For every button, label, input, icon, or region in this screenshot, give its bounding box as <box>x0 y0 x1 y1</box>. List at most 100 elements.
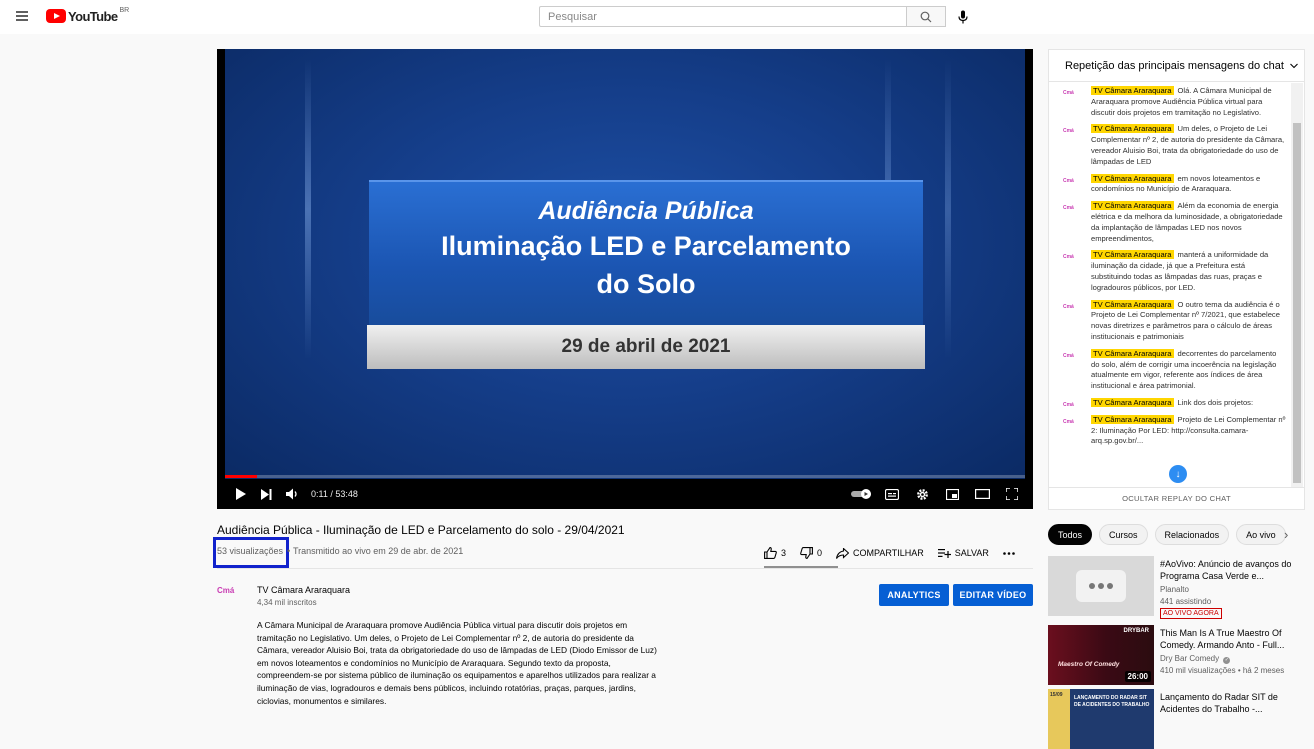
theater-mode-button[interactable] <box>969 481 995 507</box>
search-input[interactable]: Pesquisar <box>539 6 907 27</box>
chat-author-name[interactable]: TV Câmara Araraquara <box>1091 397 1174 407</box>
chat-author-avatar[interactable]: Cmá <box>1063 250 1079 260</box>
chat-header[interactable]: Repetição das principais mensagens do ch… <box>1049 50 1304 82</box>
autoplay-toggle[interactable] <box>849 481 875 507</box>
chat-author-name[interactable]: TV Câmara Araraquara <box>1091 250 1174 260</box>
voice-search-button[interactable] <box>952 6 974 27</box>
chat-author-name[interactable]: TV Câmara Araraquara <box>1091 124 1174 134</box>
chat-author-avatar[interactable]: Cmá <box>1063 124 1079 134</box>
like-count: 3 <box>781 548 787 558</box>
channel-avatar[interactable]: Cmá <box>217 586 245 604</box>
chip-cursos[interactable]: Cursos <box>1099 524 1148 545</box>
scroll-thumb[interactable] <box>1293 123 1301 483</box>
subtitles-button[interactable] <box>879 481 905 507</box>
next-button[interactable] <box>253 481 279 507</box>
recommendation-title: Lançamento do Radar SIT de Acidentes do … <box>1160 692 1278 714</box>
chat-message-body: TV Câmara Araraquara manterá a uniformida… <box>1091 250 1286 293</box>
chat-author-avatar[interactable]: Cmá <box>1063 415 1079 425</box>
save-button[interactable]: SALVAR <box>937 548 989 558</box>
like-button[interactable]: 3 <box>764 547 786 559</box>
separator-dot: • <box>287 546 291 556</box>
chat-author-avatar[interactable]: Cmá <box>1063 201 1079 211</box>
video-thumbnail[interactable]: 15/09 LANÇAMENTO DO RADAR SIT DE ACIDENT… <box>1048 689 1154 749</box>
view-count: 53 visualizações <box>217 546 284 556</box>
video-title: Audiência Pública - Iluminação de LED e … <box>217 523 625 537</box>
play-button[interactable] <box>227 481 253 507</box>
search-button[interactable] <box>906 6 946 27</box>
playlist-add-icon <box>937 549 951 558</box>
hide-chat-replay-button[interactable]: OCULTAR REPLAY DO CHAT <box>1049 487 1304 509</box>
chat-replay-panel: Repetição das principais mensagens do ch… <box>1048 49 1305 510</box>
chat-scrollbar[interactable] <box>1291 83 1303 487</box>
chat-message-body: TV Câmara Araraquara em novos loteamentos… <box>1091 173 1286 196</box>
chip-todos[interactable]: Todos <box>1048 524 1093 545</box>
video-duration: 26:00 <box>1124 671 1151 682</box>
arrow-down-icon: ↓ <box>1175 468 1181 480</box>
logo-text: YouTube <box>68 8 118 24</box>
thumbnail-brand: DRYBAR <box>1123 628 1149 634</box>
recommendation-channel: Planalto <box>1160 585 1189 594</box>
scroll-down-button[interactable]: ↓ <box>1169 465 1187 483</box>
recommendation-title: #AoVivo: Anúncio de avanços do Programa … <box>1160 559 1292 581</box>
chat-message: Cmá TV Câmara Araraquara Um deles, o Proje… <box>1049 121 1292 170</box>
chat-author-name[interactable]: TV Câmara Araraquara <box>1091 299 1174 309</box>
microphone-icon <box>958 10 968 23</box>
menu-icon[interactable] <box>16 11 28 21</box>
chat-message-list[interactable]: Cmá TV Câmara Araraquara Olá. A Câmara Mun… <box>1049 83 1292 487</box>
channel-name[interactable]: TV Câmara Araraquara <box>257 585 350 595</box>
chat-author-avatar[interactable]: Cmá <box>1063 398 1079 408</box>
volume-icon <box>285 488 297 500</box>
chat-author-name[interactable]: TV Câmara Araraquara <box>1091 348 1174 358</box>
dislike-count: 0 <box>817 548 823 558</box>
chat-author-name[interactable]: TV Câmara Araraquara <box>1091 201 1174 211</box>
chat-author-name[interactable]: TV Câmara Araraquara <box>1091 173 1174 183</box>
chevron-right-icon[interactable]: › <box>1284 527 1288 542</box>
edit-video-button[interactable]: EDITAR VÍDEO <box>953 584 1033 606</box>
chat-author-avatar[interactable]: Cmá <box>1063 349 1079 359</box>
recommendation-item[interactable]: 15/09 LANÇAMENTO DO RADAR SIT DE ACIDENT… <box>1048 689 1308 749</box>
fullscreen-button[interactable] <box>999 481 1025 507</box>
chat-header-label: Repetição das principais mensagens do ch… <box>1065 60 1284 72</box>
chip-relacionados[interactable]: Relacionados <box>1154 524 1230 545</box>
chat-author-avatar[interactable]: Cmá <box>1063 86 1079 96</box>
skip-next-icon <box>260 488 271 500</box>
recommendation-title: This Man Is A True Maestro Of Comedy. Ar… <box>1160 628 1285 650</box>
thumbnail-caption: LANÇAMENTO DO RADAR SIT DE ACIDENTES DO … <box>1074 695 1150 708</box>
video-thumbnail[interactable] <box>1048 556 1154 616</box>
volume-button[interactable] <box>279 481 305 507</box>
recommendation-meta: 410 mil visualizações • há 2 meses <box>1160 666 1285 675</box>
share-button[interactable]: COMPARTILHAR <box>836 547 924 559</box>
top-bar: YouTube BR Pesquisar <box>0 0 1314 34</box>
chat-message: Cmá TV Câmara Araraquara em novos loteamen… <box>1049 171 1292 199</box>
miniplayer-button[interactable] <box>939 481 965 507</box>
chat-author-avatar[interactable]: Cmá <box>1063 174 1079 184</box>
chat-author-name[interactable]: TV Câmara Araraquara <box>1091 86 1174 95</box>
recommendation-meta: 441 assistindo <box>1160 597 1212 606</box>
search-icon <box>920 11 932 22</box>
live-badge: AO VIVO AGORA <box>1160 608 1222 619</box>
slide-line-1: Audiência Pública <box>538 197 754 225</box>
share-label: COMPARTILHAR <box>853 548 924 558</box>
youtube-logo[interactable]: YouTube BR <box>46 6 130 24</box>
dislike-button[interactable]: 0 <box>800 547 822 559</box>
chat-author-avatar[interactable]: Cmá <box>1063 300 1079 310</box>
slide-date: 29 de abril de 2021 <box>367 325 925 369</box>
recommendation-item[interactable]: #AoVivo: Anúncio de avanços do Programa … <box>1048 556 1308 619</box>
chat-author-name[interactable]: TV Câmara Araraquara <box>1091 414 1174 424</box>
progress-bar[interactable] <box>225 475 1025 478</box>
thumbnail-date: 15/09 <box>1050 692 1063 698</box>
more-horizontal-icon <box>1003 551 1015 555</box>
country-code: BR <box>119 6 130 14</box>
channel-name: Dry Bar Comedy <box>1160 654 1220 663</box>
recommendation-item[interactable]: DRYBAR Maestro Of Comedy 26:00 This Man … <box>1048 625 1308 685</box>
more-actions-button[interactable] <box>1003 551 1015 555</box>
video-player[interactable]: Audiência Pública Iluminação LED e Parce… <box>217 49 1033 509</box>
chip-ao-vivo[interactable]: Ao vivo <box>1236 524 1286 545</box>
settings-button[interactable] <box>909 481 935 507</box>
chat-message-body: TV Câmara Araraquara Olá. A Câmara Munici… <box>1091 86 1286 118</box>
player-controls: 0:11 / 53:48 <box>217 479 1033 509</box>
video-thumbnail[interactable]: DRYBAR Maestro Of Comedy 26:00 <box>1048 625 1154 685</box>
thumbs-up-icon <box>764 547 777 559</box>
analytics-button[interactable]: ANALYTICS <box>879 584 949 606</box>
stream-date: Transmitido ao vivo em 29 de abr. de 202… <box>293 546 464 556</box>
